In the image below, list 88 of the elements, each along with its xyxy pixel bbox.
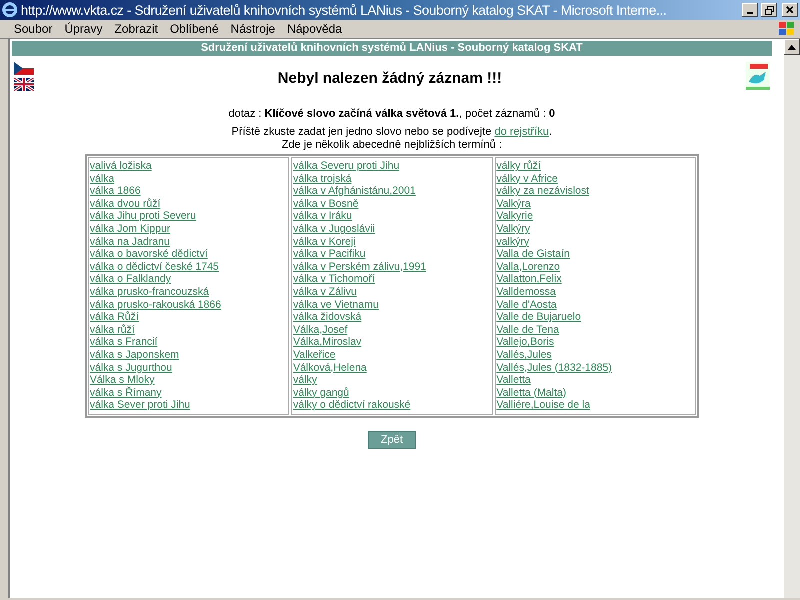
browser-logo-icon (2, 2, 18, 18)
term-link[interactable]: Valle de Tena (496, 324, 694, 336)
term-link[interactable]: válka v Tichomoří (293, 273, 491, 286)
term-link[interactable]: Válková,Helena (293, 362, 491, 374)
term-link[interactable]: Valla de Gistaín (496, 248, 694, 261)
term-link[interactable]: válka (90, 172, 288, 186)
window-title: http://www.vkta.cz - Sdružení uživatelů knihovních systémů LANius - Souborný katalog SKAT - Microsoft Interne... (21, 2, 668, 18)
term-link[interactable]: válka trojská (293, 172, 491, 186)
term-link[interactable]: Válka s Mloky (90, 374, 288, 387)
menu-item[interactable]: Úpravy (58, 22, 109, 36)
term-link[interactable]: Valletta (496, 374, 694, 387)
menu-item[interactable]: Nápověda (281, 22, 348, 36)
term-link[interactable]: Vallés,Jules (1832-1885) (496, 362, 694, 374)
term-link[interactable]: Válka,Miroslav (293, 336, 491, 349)
term-link[interactable]: válka růží (90, 324, 288, 336)
term-link[interactable]: válka židovská (293, 311, 491, 324)
scrollbar[interactable] (784, 39, 800, 598)
up-arrow-icon (788, 44, 796, 50)
close-button[interactable] (782, 3, 798, 17)
hint-text: Příště zkuste zadat jen jedno slovo nebo se podívejte (232, 126, 493, 138)
menu-item[interactable]: Oblíbené (164, 22, 225, 36)
query-summary: dotaz : Klíčové slovo začíná válka světová 1., počet záznamů : 0 (228, 108, 556, 121)
term-link[interactable]: válka na Jadranu (90, 236, 288, 248)
term-link[interactable]: válka o dědictví české 1745 (90, 260, 288, 274)
term-link[interactable]: Valliére,Louise de la (496, 399, 694, 412)
uk-flag-icon[interactable] (14, 78, 34, 91)
term-link[interactable]: válka Severu proti Jihu (293, 160, 491, 173)
lanius-logo-icon (746, 62, 770, 90)
term-link[interactable]: válka Jom Kippur (90, 222, 288, 236)
windows-logo-icon (778, 21, 796, 37)
restore-button[interactable] (761, 3, 777, 17)
page-header: Sdružení uživatelů knihovních systémů LANius - Souborný katalog SKAT (12, 41, 772, 56)
index-link[interactable]: do rejstříku (494, 126, 550, 138)
term-link[interactable]: válka s Japonskem (90, 348, 288, 362)
term-link[interactable]: válka prusko-rakouská 1866 (90, 298, 288, 312)
term-link[interactable]: Valkyrie (496, 210, 694, 223)
page-heading: Nebyl nalezen žádný záznam !!! (278, 70, 502, 87)
term-link[interactable]: války (293, 374, 491, 387)
term-link[interactable]: Valkeřice (293, 348, 491, 362)
back-button[interactable]: Zpět (368, 430, 416, 449)
nearest-terms-label: Zde je několik abecedně nejbližších termínů : (282, 139, 502, 152)
term-link[interactable]: Válka,Josef (293, 324, 491, 336)
scroll-up-button[interactable] (784, 39, 800, 55)
term-link[interactable]: válka Jihu proti Severu (90, 210, 288, 223)
term-link[interactable]: Vallejo,Boris (496, 336, 694, 349)
term-link[interactable]: války růží (496, 160, 694, 173)
term-link[interactable]: válka v Bosně (293, 198, 491, 210)
term-link[interactable]: válka s Jugurthou (90, 362, 288, 374)
term-link[interactable]: Valle de Bujaruelo (496, 311, 694, 324)
term-link[interactable]: války gangů (293, 386, 491, 400)
term-link[interactable]: Valkýry (496, 222, 694, 236)
term-link[interactable]: válka v Pacifiku (293, 248, 491, 261)
menu-item[interactable]: Soubor (8, 22, 59, 36)
term-link[interactable]: válka s Římany (90, 386, 288, 400)
term-link[interactable]: Valletta (Malta) (496, 386, 694, 400)
term-link[interactable]: válka 1866 (90, 185, 288, 198)
term-link[interactable]: válka dvou růží (90, 198, 288, 210)
term-link[interactable]: válka prusko-francouzská (90, 286, 288, 299)
term-link[interactable]: válka v Iráku (293, 210, 491, 223)
term-link[interactable]: valkýry (496, 236, 694, 248)
czech-flag-icon[interactable] (14, 62, 34, 75)
term-link[interactable]: válka o bavorské dědictví (90, 248, 288, 261)
menu-item[interactable]: Zobrazit (108, 22, 164, 36)
term-link[interactable]: Valle d'Aosta (496, 298, 694, 312)
term-link[interactable]: Valla,Lorenzo (496, 260, 694, 274)
term-link[interactable]: Valldemossa (496, 286, 694, 299)
term-link[interactable]: války za nezávislost (496, 185, 694, 198)
term-link[interactable]: Vallés,Jules (496, 348, 694, 362)
term-link[interactable]: války o dědictví rakouské (293, 399, 491, 412)
term-link[interactable]: Valkýra (496, 198, 694, 210)
term-link[interactable]: válka s Francií (90, 336, 288, 349)
term-link[interactable]: válka Růží (90, 311, 288, 324)
hint-period: . (549, 126, 552, 138)
term-link[interactable]: válka o Falklandy (90, 273, 288, 286)
term-link[interactable]: válka v Koreji (293, 236, 491, 248)
term-link[interactable]: válka ve Vietnamu (293, 298, 491, 312)
term-link[interactable]: válka v Jugoslávii (293, 222, 491, 236)
term-link[interactable]: válka v Zálivu (293, 286, 491, 299)
term-link[interactable]: valivá ložiska (90, 160, 288, 173)
menu-item[interactable]: Nástroje (224, 22, 282, 36)
restore-icon (764, 6, 774, 14)
term-link[interactable]: válka Sever proti Jihu (90, 399, 288, 412)
minimize-button[interactable] (742, 3, 758, 17)
close-icon (786, 6, 794, 14)
term-link[interactable]: války v Africe (496, 172, 694, 186)
term-link[interactable]: válka v Afghánistánu,2001 (293, 185, 491, 198)
term-link[interactable]: válka v Perském zálivu,1991 (293, 260, 491, 274)
term-link[interactable]: Vallatton,Felix (496, 273, 694, 286)
